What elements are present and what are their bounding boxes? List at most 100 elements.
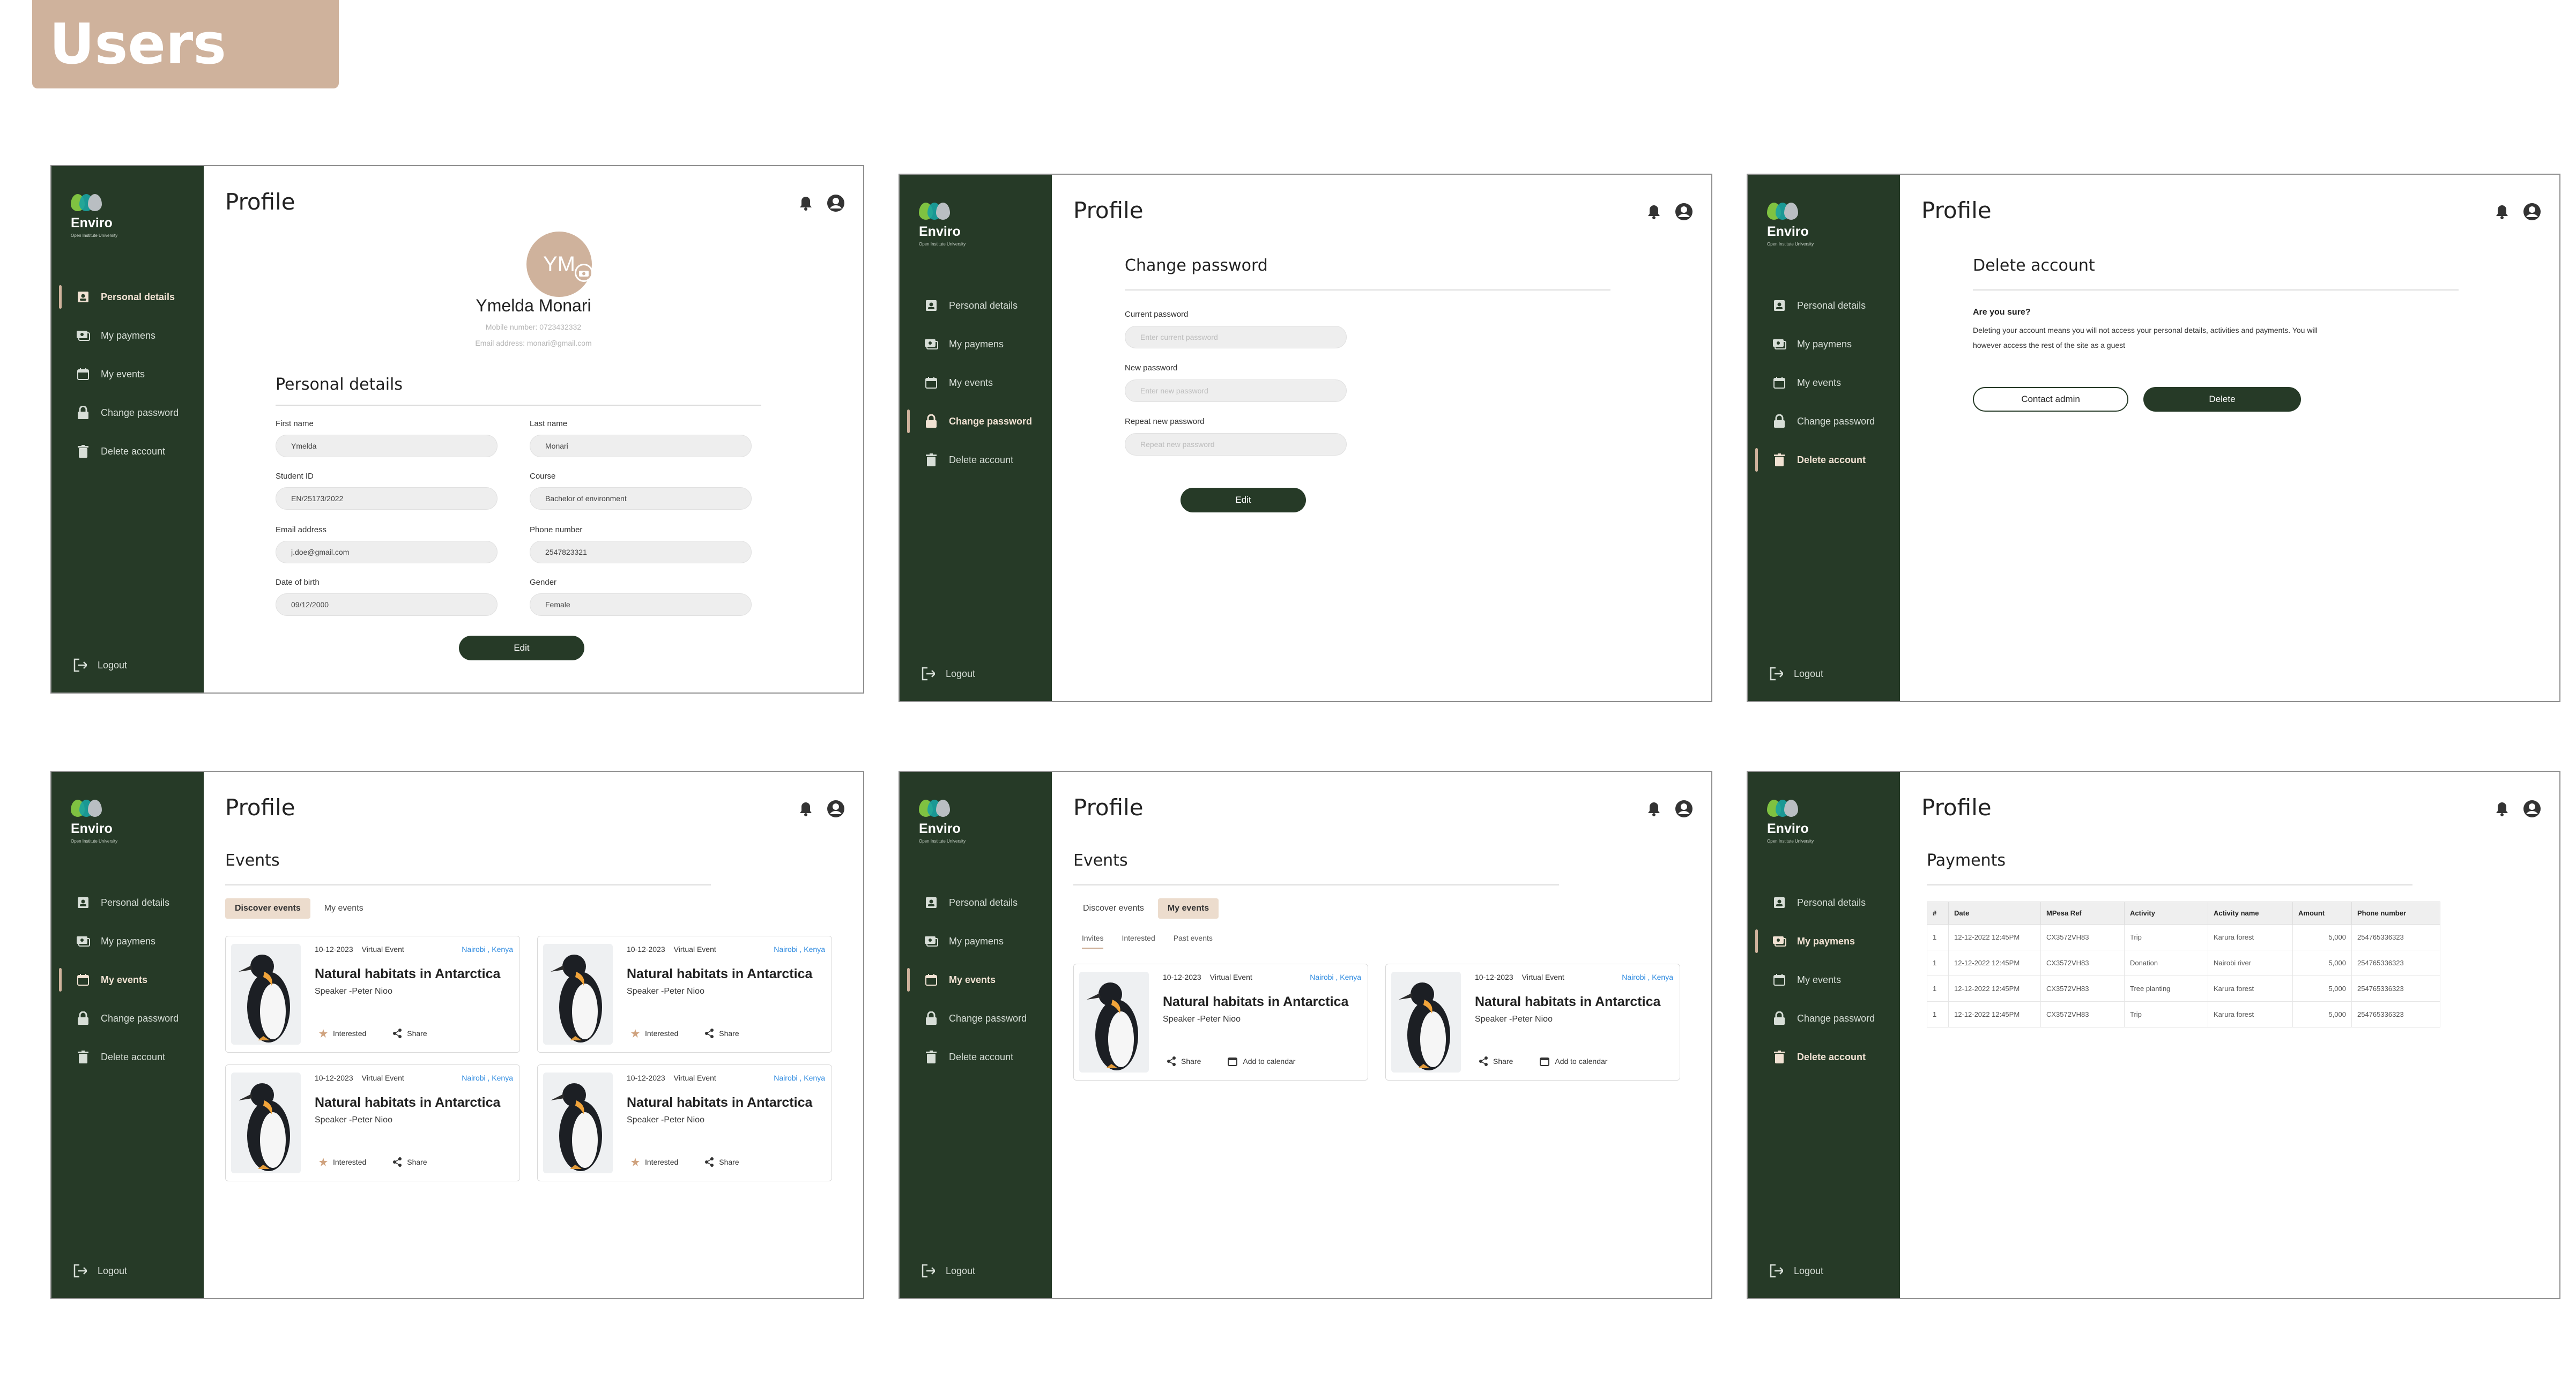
share-button[interactable]: Share bbox=[393, 1157, 427, 1167]
bell-icon[interactable] bbox=[2495, 801, 2509, 820]
event-card[interactable]: 10-12-2023 Virtual Event Nairobi , Kenya N… bbox=[225, 1064, 520, 1181]
event-card[interactable]: 10-12-2023 Virtual Event Nairobi , Kenya N… bbox=[537, 1064, 832, 1181]
nav-change-password[interactable]: Change password bbox=[900, 402, 1052, 441]
confirm-question: Are you sure? bbox=[1973, 308, 2031, 317]
account-icon[interactable] bbox=[2523, 203, 2541, 224]
nav-my-events[interactable]: My events bbox=[51, 960, 204, 999]
nav-my-events[interactable]: My events bbox=[900, 960, 1052, 999]
nav-my-payments[interactable]: My paymens bbox=[51, 922, 204, 960]
bell-icon[interactable] bbox=[1647, 204, 1661, 222]
event-card[interactable]: 10-12-2023 Virtual Event Nairobi , Kenya N… bbox=[1073, 964, 1368, 1081]
nav-delete-account[interactable]: Delete account bbox=[900, 441, 1052, 479]
subtab-invites[interactable]: Invites bbox=[1082, 934, 1104, 949]
nav-delete-account[interactable]: Delete account bbox=[1748, 1038, 1900, 1076]
nav-my-payments[interactable]: My paymens bbox=[900, 922, 1052, 960]
gender-field[interactable]: Female bbox=[530, 593, 752, 616]
event-title: Natural habitats in Antarctica bbox=[315, 1095, 501, 1110]
phone-field[interactable]: 2547823321 bbox=[530, 541, 752, 563]
nav-personal-details[interactable]: Personal details bbox=[51, 883, 204, 922]
nav-change-password[interactable]: Change password bbox=[1748, 999, 1900, 1038]
nav-change-password[interactable]: Change password bbox=[51, 999, 204, 1038]
add-to-calendar-button[interactable]: Add to calendar bbox=[1228, 1056, 1295, 1066]
nav-change-password[interactable]: Change password bbox=[51, 393, 204, 432]
new-password-field[interactable]: Enter new password bbox=[1125, 379, 1347, 402]
bell-icon[interactable] bbox=[2495, 204, 2509, 222]
tab-my-events[interactable]: My events bbox=[1157, 898, 1219, 919]
camera-icon[interactable] bbox=[575, 264, 593, 282]
share-button[interactable]: Share bbox=[393, 1029, 427, 1038]
nav-my-events[interactable]: My events bbox=[900, 363, 1052, 402]
account-icon[interactable] bbox=[827, 194, 845, 215]
subtab-interested[interactable]: Interested bbox=[1122, 934, 1155, 949]
nav-delete-account[interactable]: Delete account bbox=[1748, 441, 1900, 479]
contact-admin-button[interactable]: Contact admin bbox=[1973, 387, 2128, 412]
current-password-field[interactable]: Enter current password bbox=[1125, 326, 1347, 348]
table-row[interactable]: 1 12-12-2022 12:45PM CX3572VH83 Tree pla… bbox=[1927, 976, 2440, 1002]
logout-button[interactable]: Logout bbox=[73, 658, 127, 672]
share-button[interactable]: Share bbox=[705, 1029, 739, 1038]
edit-button[interactable]: Edit bbox=[1181, 488, 1306, 512]
event-card[interactable]: 10-12-2023 Virtual Event Nairobi , Kenya N… bbox=[225, 936, 520, 1053]
student-id-label: Student ID bbox=[276, 472, 314, 481]
nav-personal-details[interactable]: Personal details bbox=[900, 883, 1052, 922]
nav-change-password[interactable]: Change password bbox=[1748, 402, 1900, 441]
event-card[interactable]: 10-12-2023 Virtual Event Nairobi , Kenya N… bbox=[1385, 964, 1680, 1081]
subtab-past-events[interactable]: Past events bbox=[1174, 934, 1213, 949]
dob-field[interactable]: 09/12/2000 bbox=[276, 593, 498, 616]
email-field[interactable]: j.doe@gmail.com bbox=[276, 541, 498, 563]
account-icon[interactable] bbox=[2523, 800, 2541, 821]
interested-button[interactable]: Interested bbox=[631, 1158, 678, 1166]
nav-my-payments[interactable]: My paymens bbox=[51, 316, 204, 355]
interested-button[interactable]: Interested bbox=[319, 1029, 366, 1038]
bell-icon[interactable] bbox=[799, 801, 813, 820]
bell-icon[interactable] bbox=[1647, 801, 1661, 820]
event-card[interactable]: 10-12-2023 Virtual Event Nairobi , Kenya N… bbox=[537, 936, 832, 1053]
bell-icon[interactable] bbox=[799, 195, 813, 214]
nav-personal-details[interactable]: Personal details bbox=[1748, 883, 1900, 922]
add-to-calendar-button[interactable]: Add to calendar bbox=[1540, 1056, 1607, 1066]
profile-mobile: Mobile number: 0723432332 bbox=[485, 323, 582, 331]
logout-button[interactable]: Logout bbox=[1769, 667, 1823, 681]
delete-button[interactable]: Delete bbox=[2143, 387, 2301, 412]
last-name-field[interactable]: Monari bbox=[530, 435, 752, 457]
nav-personal-details[interactable]: Personal details bbox=[51, 278, 204, 316]
nav-my-events[interactable]: My events bbox=[1748, 960, 1900, 999]
table-row[interactable]: 1 12-12-2022 12:45PM CX3572VH83 Trip Kar… bbox=[1927, 924, 2440, 950]
logout-button[interactable]: Logout bbox=[921, 1264, 975, 1278]
share-button[interactable]: Share bbox=[1479, 1056, 1513, 1066]
account-icon[interactable] bbox=[827, 800, 845, 821]
nav-my-payments[interactable]: My paymens bbox=[900, 325, 1052, 363]
nav-personal-details[interactable]: Personal details bbox=[1748, 286, 1900, 325]
nav-delete-account[interactable]: Delete account bbox=[51, 432, 204, 471]
table-row[interactable]: 1 12-12-2022 12:45PM CX3572VH83 Trip Kar… bbox=[1927, 1001, 2440, 1027]
share-button[interactable]: Share bbox=[1167, 1056, 1201, 1066]
nav-delete-account[interactable]: Delete account bbox=[51, 1038, 204, 1076]
interested-button[interactable]: Interested bbox=[631, 1029, 678, 1038]
sidebar: Enviro Open Institute University Persona… bbox=[900, 175, 1052, 701]
repeat-password-field[interactable]: Repeat new password bbox=[1125, 433, 1347, 456]
course-field[interactable]: Bachelor of environment bbox=[530, 487, 752, 510]
logout-icon bbox=[1769, 667, 1783, 681]
logout-button[interactable]: Logout bbox=[73, 1264, 127, 1278]
nav-my-events[interactable]: My events bbox=[1748, 363, 1900, 402]
nav-my-payments[interactable]: My paymens bbox=[1748, 325, 1900, 363]
logout-button[interactable]: Logout bbox=[921, 667, 975, 681]
nav-change-password[interactable]: Change password bbox=[900, 999, 1052, 1038]
tab-discover-events[interactable]: Discover events bbox=[225, 898, 310, 919]
nav-delete-account[interactable]: Delete account bbox=[900, 1038, 1052, 1076]
tab-my-events[interactable]: My events bbox=[315, 898, 373, 919]
nav-personal-details[interactable]: Personal details bbox=[900, 286, 1052, 325]
nav-my-payments[interactable]: My paymens bbox=[1748, 922, 1900, 960]
first-name-field[interactable]: Ymelda bbox=[276, 435, 498, 457]
logout-button[interactable]: Logout bbox=[1769, 1264, 1823, 1278]
tab-discover-events[interactable]: Discover events bbox=[1073, 898, 1154, 919]
share-button[interactable]: Share bbox=[705, 1157, 739, 1167]
account-icon[interactable] bbox=[1675, 203, 1693, 224]
interested-button[interactable]: Interested bbox=[319, 1158, 366, 1166]
event-title: Natural habitats in Antarctica bbox=[1475, 994, 1661, 1009]
account-icon[interactable] bbox=[1675, 800, 1693, 821]
student-id-field[interactable]: EN/25173/2022 bbox=[276, 487, 498, 510]
edit-button[interactable]: Edit bbox=[459, 636, 584, 660]
table-row[interactable]: 1 12-12-2022 12:45PM CX3572VH83 Donation… bbox=[1927, 950, 2440, 976]
nav-my-events[interactable]: My events bbox=[51, 355, 204, 393]
